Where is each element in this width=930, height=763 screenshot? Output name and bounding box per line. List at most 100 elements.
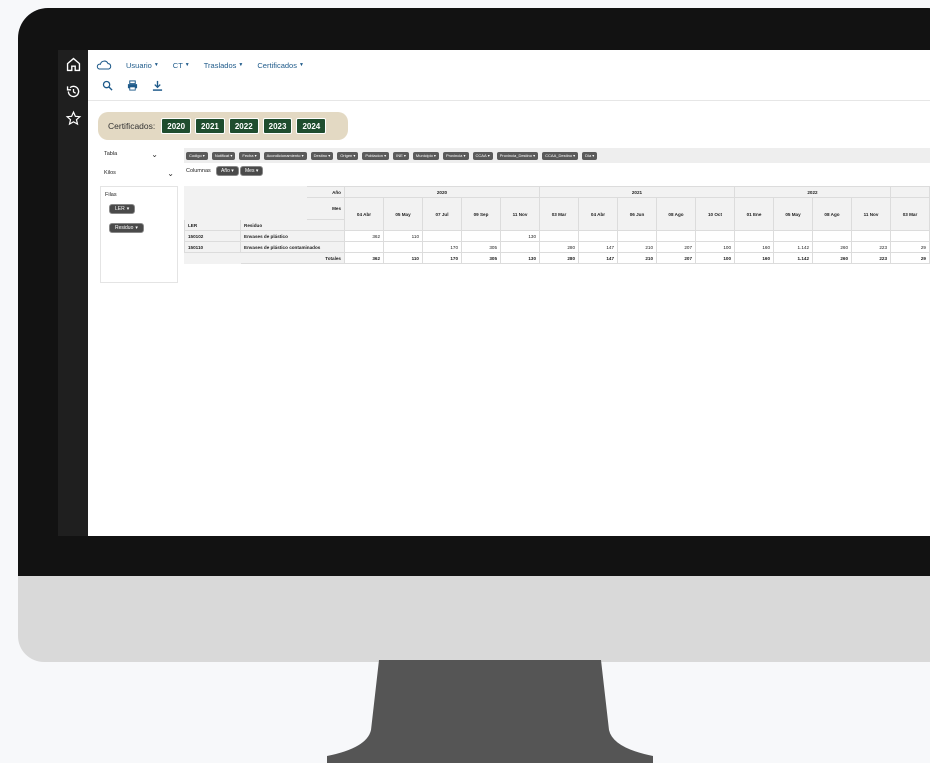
month-header: 03 Mar — [539, 197, 579, 231]
total-cell: 170 — [422, 252, 462, 264]
value-cell: 130 — [500, 230, 540, 242]
total-cell: 100 — [695, 252, 735, 264]
month-header: 03 Mar — [890, 197, 930, 231]
value-cell — [344, 241, 384, 253]
year-button-2021[interactable]: 2021 — [195, 118, 225, 134]
chevron-down-icon: ⌄ — [151, 149, 158, 159]
total-cell: 207 — [656, 252, 696, 264]
value-cell: 210 — [617, 241, 657, 253]
col-attr-mes[interactable]: Mes ▾ — [240, 166, 264, 176]
attr-label: Origen — [340, 153, 353, 158]
history-icon[interactable] — [61, 79, 85, 103]
certificados-year-bar: Certificados: 2020 2021 2022 2023 2024 — [98, 112, 348, 140]
value-cell — [851, 230, 891, 242]
print-icon[interactable] — [127, 80, 138, 91]
search-icon[interactable] — [102, 80, 113, 91]
app-area: Usuario ▼ CT ▼ Traslados ▼ Certificados ▼ Ce… — [88, 50, 930, 536]
renderer-select[interactable]: Tabla ⌄ — [104, 148, 158, 160]
value-cell — [500, 241, 540, 253]
monitor-stand — [327, 660, 653, 763]
attr-ine[interactable]: INE ▾ — [393, 151, 409, 160]
menu-ct-label: CT — [172, 60, 183, 70]
attr-destino[interactable]: Destino ▾ — [310, 151, 334, 160]
monitor-chin — [18, 576, 930, 662]
year-header: 2021 — [539, 186, 735, 198]
menu-traslados[interactable]: Traslados ▼ — [204, 61, 244, 70]
attr-provincia[interactable]: Provincia ▾ — [442, 151, 469, 160]
row-attr-residuo[interactable]: Residuo ▾ — [109, 223, 144, 233]
menu-ct[interactable]: CT ▼ — [173, 61, 190, 70]
download-icon[interactable] — [152, 80, 163, 91]
month-header: 05 May — [773, 197, 813, 231]
attr-label: Poblacion — [365, 153, 383, 158]
rows-drop-zone[interactable]: Filas LER ▾ Residuo ▾ — [100, 186, 178, 283]
value-cell — [461, 230, 501, 242]
attr-poblacion[interactable]: Poblacion ▾ — [362, 151, 390, 160]
rows-label: Filas — [105, 192, 117, 198]
attr-dia[interactable]: Dia ▾ — [582, 151, 598, 160]
chevron-down-icon: ▼ — [184, 62, 190, 68]
total-cell: 29 — [890, 252, 930, 264]
month-header: 08 Ago — [656, 197, 696, 231]
attr-label: CCAA_Destino — [545, 153, 573, 158]
value-cell — [890, 230, 930, 242]
chevron-down-icon: ▾ — [126, 206, 130, 212]
month-header: 06 Jun — [617, 197, 657, 231]
row-attr-ler[interactable]: LER ▾ — [109, 204, 136, 214]
value-cell — [656, 230, 696, 242]
attr-acondicionamiento[interactable]: Acondicionamiento ▾ — [263, 151, 307, 160]
blank-cell — [184, 252, 241, 264]
menu-certificados[interactable]: Certificados ▼ — [257, 61, 304, 70]
corner-cell — [184, 186, 307, 198]
menu-traslados-label: Traslados — [203, 60, 237, 70]
menu-certificados-label: Certificados — [257, 60, 297, 70]
value-cell: 160 — [734, 241, 774, 253]
value-cell: 1.142 — [773, 241, 813, 253]
total-cell: 130 — [500, 252, 540, 264]
value-cell — [578, 230, 618, 242]
year-button-2020[interactable]: 2020 — [161, 118, 192, 134]
attr-municipio[interactable]: Municipio ▾ — [412, 151, 439, 160]
attr-label: Municipio — [415, 153, 433, 158]
year-button-2023[interactable]: 2023 — [262, 118, 293, 134]
attr-origen[interactable]: Origen ▾ — [337, 151, 359, 160]
aggregator-value: Kilos — [104, 170, 116, 176]
attr-fecha[interactable]: Fecha ▾ — [239, 151, 260, 160]
attr-ccaa[interactable]: CCAA ▾ — [472, 151, 493, 160]
attr-ccaa-destino[interactable]: CCAA_Destino ▾ — [542, 151, 579, 160]
residuo-cell: Envases de plástico contaminados — [240, 241, 345, 253]
attr-label: Fecha — [242, 153, 254, 158]
attr-notificat[interactable]: Notificat ▾ — [211, 151, 236, 160]
month-header: 10 Oct — [695, 197, 735, 231]
certificados-label: Certificados: — [108, 121, 156, 131]
total-cell: 110 — [383, 252, 423, 264]
header-row-mes: Mes 04 Abr 05 May 07 Jul 09 Sep 11 Nov 03 Mar 0… — [184, 197, 930, 231]
value-cell: 305 — [461, 241, 501, 253]
attr-provincia-destino[interactable]: Provincia_Destino ▾ — [496, 151, 539, 160]
pill-label: LER — [115, 206, 125, 212]
month-header: 04 Abr — [578, 197, 618, 231]
attr-label: INE — [396, 153, 403, 158]
value-cell — [539, 230, 579, 242]
year-button-2022[interactable]: 2022 — [228, 118, 259, 134]
attr-codigo[interactable]: Codigo ▾ — [186, 151, 208, 160]
attr-label: Acondicionamiento — [266, 153, 301, 158]
pivot-table: Año 2020 2021 2022 Mes 04 Abr 05 May 07 Jul 09 S… — [184, 186, 930, 264]
year-button-2024[interactable]: 2024 — [296, 118, 327, 134]
month-header: 07 Jul — [422, 197, 462, 231]
menu-usuario[interactable]: Usuario ▼ — [126, 61, 159, 70]
table-row: 150110 Envases de plástico contaminados 17… — [184, 241, 930, 253]
total-cell: 160 — [734, 252, 774, 264]
total-cell: 280 — [539, 252, 579, 264]
col-attr-anio[interactable]: Año ▾ — [216, 166, 239, 176]
month-header: 01 Ene — [734, 197, 774, 231]
table-row: 150102 Envases de plástico 362 110 130 — [184, 230, 930, 242]
chevron-down-icon: ▼ — [238, 62, 244, 68]
total-cell: 147 — [578, 252, 618, 264]
aggregator-select[interactable]: Kilos ⌄ — [104, 167, 174, 179]
home-icon[interactable] — [61, 52, 85, 76]
star-icon[interactable] — [61, 106, 85, 130]
attr-label: Codigo — [189, 153, 202, 158]
chevron-down-icon: ▾ — [135, 225, 138, 231]
pill-label: Residuo — [115, 225, 134, 231]
